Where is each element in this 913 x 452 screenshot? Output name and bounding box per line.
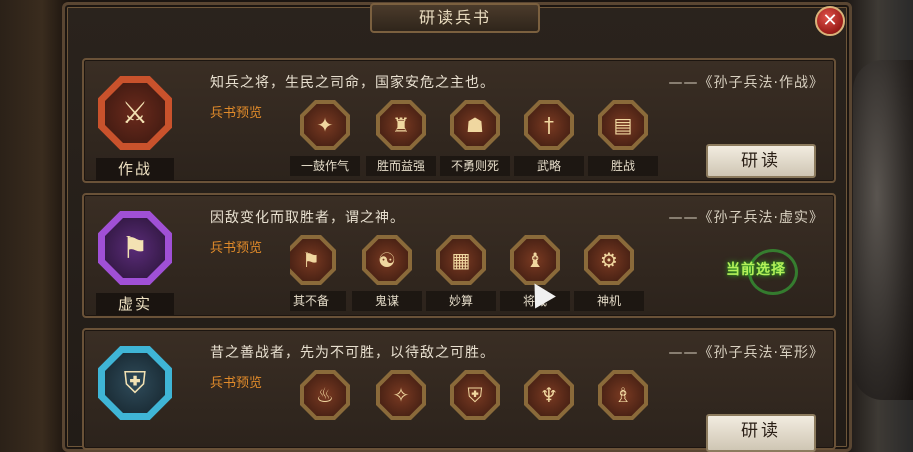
blade-icon: ✧ [380,374,422,416]
background-left [0,0,70,452]
book-row-xushi: ⚑ 虚实 因敌变化而取胜者，谓之神。 ——《孙子兵法·虚实》 兵书预览 ⚑ 其不… [82,193,836,318]
general-icon: ♝ [514,239,556,281]
shield-icon: ⛨ [454,374,496,416]
skill-name: 武略 [514,156,584,176]
candles-icon: ♨ [304,374,346,416]
skill-name: 一鼓作气 [290,156,360,176]
war-drum-icon: ✦ [304,104,346,146]
book-emblem-crossed-swords-icon: ⚔ [98,76,172,150]
skill-name: 其不备 [290,291,346,311]
current-selection-badge: 当前选择 [726,262,786,278]
skill-item[interactable]: ▦ 妙算 [426,233,496,313]
book-quote: 昔之善战者，先为不可胜，以待敌之可胜。 [210,345,495,361]
book-source: ——《孙子兵法·虚实》 [668,210,824,226]
skill-item[interactable]: ✧ [366,368,436,448]
close-button[interactable]: ✕ [815,6,845,36]
skill-name: 妙算 [426,291,496,311]
book-quote: 知兵之将，生民之司命，国家安危之主也。 [210,75,495,91]
book-emblem-shield-icon: ⛨ [98,346,172,420]
skill-item[interactable]: ⛨ [440,368,510,448]
skill-strip[interactable]: ♨ ✧ ⛨ ♆ ♗ [290,368,690,448]
skill-item[interactable]: ✦ 一鼓作气 [290,98,360,178]
skill-item[interactable]: ♜ 胜而益强 [366,98,436,178]
helmet-icon: ☗ [454,104,496,146]
skill-name: 胜战 [588,156,658,176]
window-title: 研读兵书 [370,3,540,33]
skill-item[interactable]: † 武略 [514,98,584,178]
skill-item[interactable]: ♆ [514,368,584,448]
book-row-zuozhan: ⚔ 作战 知兵之将，生民之司命，国家安危之主也。 ——《孙子兵法·作战》 兵书预… [82,58,836,183]
character-figure [853,60,913,400]
skill-strip[interactable]: ✦ 一鼓作气 ♜ 胜而益强 ☗ 不勇则死 † 武略 ▤ 胜战 [290,98,690,178]
background-right [843,0,913,452]
book-source: ——《孙子兵法·军形》 [668,345,824,361]
skill-name: 鬼谋 [352,291,422,311]
skill-name: 不勇则死 [440,156,510,176]
book-source: ——《孙子兵法·作战》 [668,75,824,91]
skill-item[interactable]: ▤ 胜战 [588,98,658,178]
lamp-icon: ♆ [528,374,570,416]
skill-item[interactable]: ♗ [588,368,658,448]
study-button[interactable]: 研读 [706,414,816,452]
preview-label: 兵书预览 [210,241,263,256]
skill-name: 神机 [574,291,644,311]
book-name: 虚实 [96,293,174,315]
skill-strip[interactable]: ⚑ 其不备 ☯ 鬼谋 ▦ 妙算 ♝ 将威 ⚙ 神机 [290,233,690,313]
skill-item[interactable]: ☯ 鬼谋 [352,233,422,313]
close-icon: ✕ [822,10,838,31]
skill-item[interactable]: ⚙ 神机 [574,233,644,313]
preview-label: 兵书预览 [210,376,263,391]
mechanism-icon: ⚙ [588,239,630,281]
sword-icon: † [528,104,570,146]
abacus-icon: ▦ [440,239,482,281]
sage-icon: ♗ [602,374,644,416]
skill-item[interactable]: ♨ [290,368,360,448]
scroll-icon: ▤ [602,104,644,146]
warrior-icon: ♜ [380,104,422,146]
study-button[interactable]: 研读 [706,144,816,178]
skill-item[interactable]: ⚑ 其不备 [290,233,346,313]
book-name: 作战 [96,158,174,180]
strategist-icon: ☯ [366,239,408,281]
skill-item[interactable]: ☗ 不勇则死 [440,98,510,178]
skill-name: 胜而益强 [366,156,436,176]
book-row-junxing: ⛨ 昔之善战者，先为不可胜，以待敌之可胜。 ——《孙子兵法·军形》 兵书预览 ♨… [82,328,836,452]
book-emblem-banner-icon: ⚑ [98,211,172,285]
banner-icon: ⚑ [290,239,332,281]
book-quote: 因敌变化而取胜者，谓之神。 [210,210,405,226]
preview-label: 兵书预览 [210,106,263,121]
